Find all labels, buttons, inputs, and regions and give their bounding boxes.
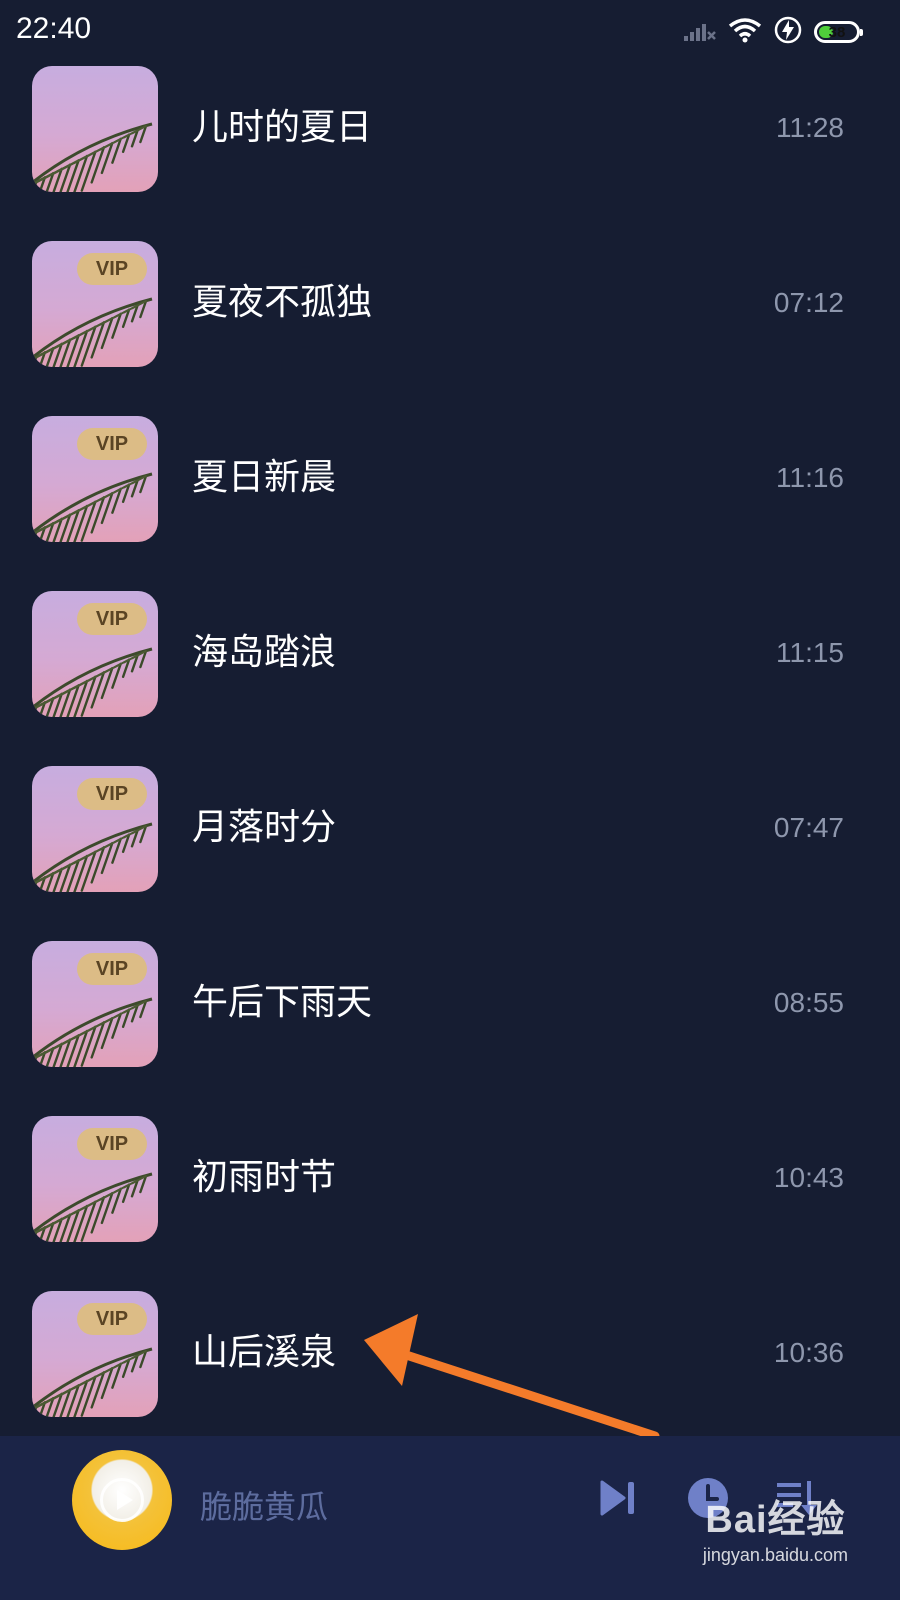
baidu-jingyan-watermark: Bai经验 jingyan.baidu.com [703,1488,848,1566]
watermark-logo: Bai经验 [705,1499,846,1541]
mini-player[interactable]: 脆脆黄瓜 Bai经验 jingyan.baidu.com [0,1436,900,1600]
annotation-arrow-icon [364,1314,660,1441]
next-track-button[interactable] [588,1470,648,1530]
next-track-icon [598,1480,638,1520]
player-album-cover[interactable] [72,1450,172,1550]
watermark-url: jingyan.baidu.com [702,1545,848,1565]
play-icon[interactable] [100,1478,144,1522]
player-song-title[interactable]: 脆脆黄瓜 [200,1482,328,1528]
app-screen: 22:40 38 儿时的夏日 11:28 VIP 夏夜不孤独 07:12 VIP… [0,0,900,1600]
